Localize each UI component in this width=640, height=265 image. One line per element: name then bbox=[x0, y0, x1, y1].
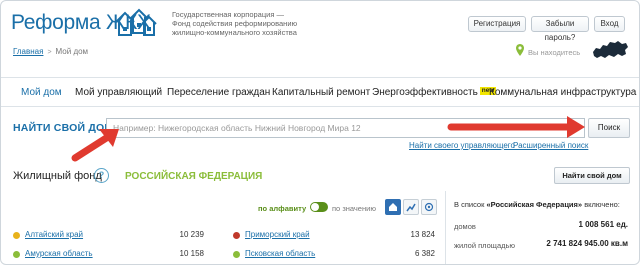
toggle-knob bbox=[311, 203, 319, 211]
stat-houses-value: 1 008 561 ед. bbox=[578, 220, 628, 229]
fund-title: Жилищный фонд bbox=[13, 170, 102, 182]
nav-communal-infrastructure[interactable]: Коммунальная инфраструктура bbox=[489, 87, 636, 98]
nav-my-manager[interactable]: Мой управляющий bbox=[75, 87, 162, 98]
region-dot bbox=[233, 232, 240, 239]
find-manager-link[interactable]: Найти своего управляющего bbox=[409, 141, 515, 150]
org-line: жилищно-коммунального хозяйства bbox=[172, 28, 297, 37]
nav-capital-repair[interactable]: Капитальный ремонт bbox=[272, 87, 370, 98]
region-link[interactable]: Амурская область bbox=[25, 249, 93, 258]
region-link[interactable]: Алтайский край bbox=[25, 230, 83, 239]
stats-head-region: «Российская Федерация» bbox=[486, 200, 583, 209]
org-line: Фонд содействия реформированию bbox=[172, 19, 298, 28]
find-your-house-button[interactable]: Найти свой дом bbox=[554, 167, 630, 184]
region-dot bbox=[233, 251, 240, 258]
sort-value-label[interactable]: по значению bbox=[332, 204, 376, 213]
breadcrumb-separator: > bbox=[47, 49, 52, 56]
region-value: 13 824 bbox=[410, 230, 435, 239]
russia-map-icon[interactable] bbox=[591, 39, 629, 61]
breadcrumb-home-link[interactable]: Главная bbox=[13, 47, 43, 56]
help-icon[interactable]: ? bbox=[94, 168, 109, 183]
stats-head-prefix: В список bbox=[454, 200, 485, 209]
map-view-button[interactable] bbox=[421, 199, 437, 215]
location-label: Вы находитесь bbox=[528, 48, 581, 57]
stats-heading: В список «Российская Федерация» включено… bbox=[454, 200, 620, 209]
forgot-password-button[interactable]: Забыли пароль? bbox=[531, 16, 589, 42]
location-pin-icon bbox=[516, 44, 524, 56]
search-input[interactable] bbox=[106, 118, 585, 138]
stats-head-suffix: включено: bbox=[584, 200, 620, 209]
region-value: 10 239 bbox=[179, 230, 204, 239]
chart-view-icon bbox=[406, 203, 416, 212]
advanced-search-link[interactable]: Расширенный поиск bbox=[513, 141, 588, 150]
home-view-button[interactable] bbox=[385, 199, 401, 215]
sort-alpha-label[interactable]: по алфавиту bbox=[258, 204, 306, 213]
region-value: 6 382 bbox=[414, 249, 435, 258]
home-view-icon bbox=[389, 203, 397, 211]
chart-view-button[interactable] bbox=[403, 199, 419, 215]
nav-resettlement[interactable]: Переселение граждан bbox=[167, 87, 270, 98]
region-link[interactable]: Псковская область bbox=[245, 249, 315, 258]
breadcrumb-current: Мой дом bbox=[55, 47, 89, 56]
column-divider bbox=[445, 191, 446, 264]
region-value: 10 158 bbox=[179, 249, 204, 258]
breadcrumb: Главная > Мой дом bbox=[13, 47, 88, 56]
org-description: Государственная корпорация — Фонд содейс… bbox=[172, 10, 322, 37]
stat-area-label: жилой площадью bbox=[454, 241, 516, 250]
search-title: НАЙТИ СВОЙ ДОМ bbox=[13, 122, 114, 134]
sort-toggle[interactable] bbox=[310, 202, 328, 212]
nav-my-house[interactable]: Мой дом bbox=[21, 87, 62, 98]
stat-area-value: 2 741 824 945.00 кв.м bbox=[546, 239, 628, 248]
login-button[interactable]: Вход bbox=[594, 16, 625, 32]
region-dot bbox=[13, 232, 20, 239]
org-line: Государственная корпорация — bbox=[172, 10, 284, 19]
stat-houses-label: домов bbox=[454, 222, 476, 231]
search-button[interactable]: Поиск bbox=[588, 118, 630, 138]
main-nav: Мой дом Мой управляющий Переселение граж… bbox=[1, 77, 639, 107]
nav-energy-efficiency[interactable]: Энергоэффективность new bbox=[372, 87, 497, 98]
region-link[interactable]: Приморский край bbox=[245, 230, 310, 239]
register-button[interactable]: Регистрация bbox=[468, 16, 526, 32]
houses-logo-icon bbox=[115, 8, 157, 36]
arrow-left bbox=[71, 131, 115, 162]
page: Реформа ЖКХ Государственная корпорация —… bbox=[0, 0, 640, 265]
nav-energy-label: Энергоэффективность bbox=[372, 87, 478, 98]
region-title: РОССИЙСКАЯ ФЕДЕРАЦИЯ bbox=[125, 171, 263, 182]
region-dot bbox=[13, 251, 20, 258]
map-view-icon bbox=[424, 202, 434, 212]
